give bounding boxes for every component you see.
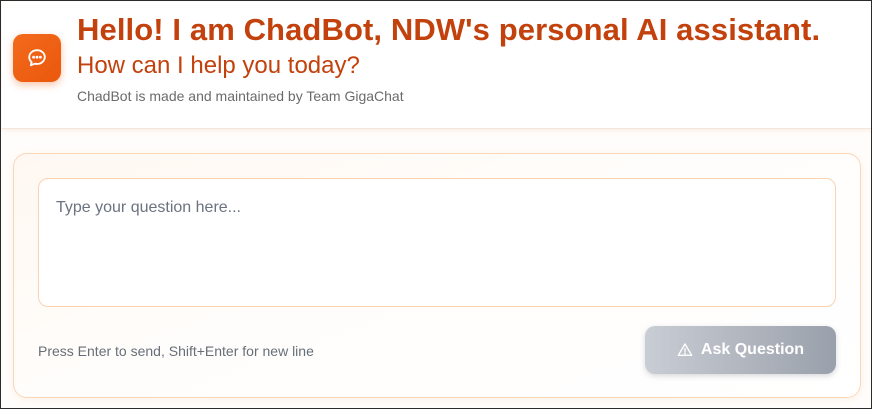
credit-text: ChadBot is made and maintained by Team G… <box>77 88 404 104</box>
app-frame: Hello! I am ChadBot, NDW's personal AI a… <box>0 0 872 409</box>
page-title: Hello! I am ChadBot, NDW's personal AI a… <box>77 12 821 47</box>
ask-question-button[interactable]: Ask Question <box>645 326 836 374</box>
question-panel: Press Enter to send, Shift+Enter for new… <box>13 153 861 398</box>
keyboard-hint: Press Enter to send, Shift+Enter for new… <box>38 343 314 359</box>
warning-triangle-icon <box>677 342 693 358</box>
ask-question-label: Ask Question <box>700 341 805 358</box>
header: Hello! I am ChadBot, NDW's personal AI a… <box>2 2 871 129</box>
page-subtitle: How can I help you today? <box>77 52 360 79</box>
question-input[interactable] <box>38 178 836 307</box>
chat-bubble-icon <box>13 34 61 82</box>
